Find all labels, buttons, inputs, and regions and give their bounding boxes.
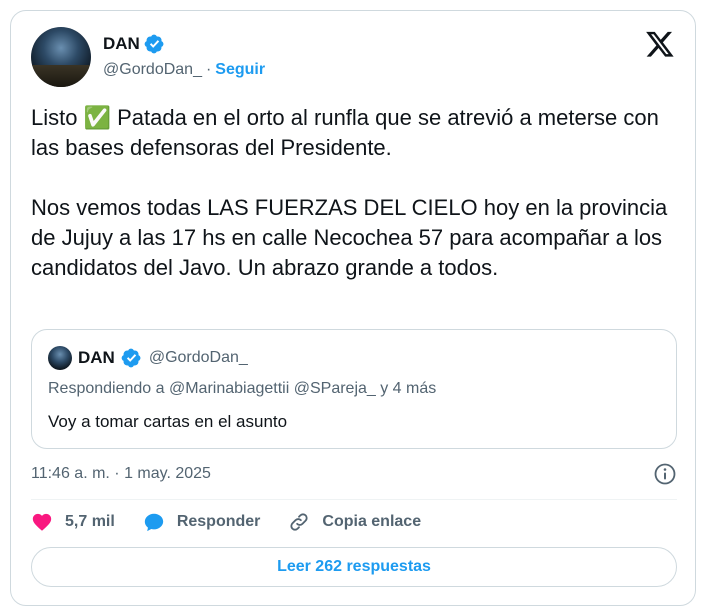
verified-badge-icon [144,34,164,54]
copy-link-button[interactable]: Copia enlace [288,511,421,533]
quoted-tweet-text: Voy a tomar cartas en el asunto [48,412,288,431]
info-icon[interactable] [653,462,677,486]
separator-dot: · [205,61,212,78]
handle-row: @GordoDan_ · Seguir [103,61,265,79]
x-logo-icon[interactable] [645,29,675,59]
divider [31,499,677,500]
heart-icon [32,513,52,531]
tweet-embed-card: DAN @GordoDan_ · Seguir Listo ✅ Patada e… [10,10,696,606]
link-icon [290,513,308,531]
follow-button[interactable]: Seguir [215,61,265,79]
replying-to-text: Respondiendo a @Marinabiagettii @SPareja… [48,380,437,397]
author-handle[interactable]: @GordoDan_ [103,61,202,79]
author-name[interactable]: DAN [103,34,140,54]
author-name-row: DAN [103,33,265,55]
quoted-tweet-header: DAN @GordoDan_ [48,344,248,372]
tweet-header: DAN @GordoDan_ · Seguir [31,27,675,89]
copy-link-label: Copia enlace [322,513,422,530]
action-bar: 5,7 mil Responder Copia enlace [31,507,449,537]
verified-badge-icon [121,348,141,368]
tweet-text: Listo ✅ Patada en el orto al runfla que … [31,105,668,280]
speech-bubble-icon [144,513,163,532]
tweet-meta: 11:46 a. m. · 1 may. 2025 [31,461,677,487]
avatar[interactable] [31,27,91,87]
like-button[interactable]: 5,7 mil [31,511,115,533]
reply-label: Responder [176,513,261,530]
timestamp[interactable]: 11:46 a. m. · 1 may. 2025 [31,465,211,482]
author-block: DAN @GordoDan_ · Seguir [103,33,265,79]
read-replies-button[interactable]: Leer 262 respuestas [31,547,677,587]
quoted-author-handle: @GordoDan_ [148,349,248,366]
quoted-author-name: DAN [78,348,115,367]
reply-button[interactable]: Responder [143,511,261,533]
quoted-avatar [48,346,72,370]
quoted-tweet[interactable]: DAN @GordoDan_ Respondiendo a @Marinabia… [31,329,677,449]
likes-count: 5,7 mil [65,513,115,530]
